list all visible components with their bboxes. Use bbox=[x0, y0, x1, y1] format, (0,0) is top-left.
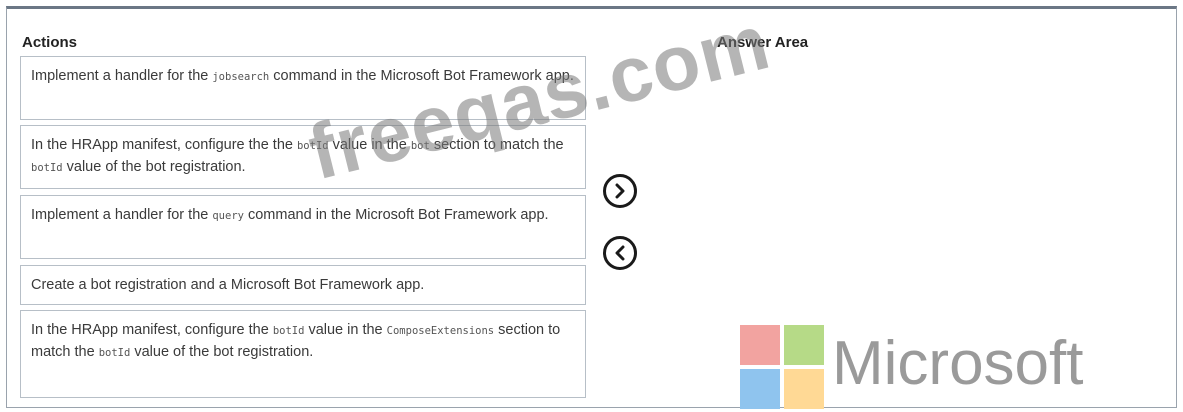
code-term: botId bbox=[296, 140, 329, 152]
action-text: command in the Microsoft Bot Framework a… bbox=[269, 68, 574, 84]
code-term: botId bbox=[31, 162, 63, 174]
chevron-left-icon bbox=[615, 245, 625, 261]
action-text: In the HRApp manifest, configure the the bbox=[31, 137, 297, 153]
actions-heading: Actions bbox=[22, 34, 78, 51]
code-term: botId bbox=[272, 325, 305, 337]
logo-square-yellow bbox=[784, 369, 824, 409]
action-text: value of the bot registration. bbox=[130, 344, 314, 360]
answer-area-heading: Answer Area bbox=[717, 34, 809, 51]
move-left-button[interactable] bbox=[603, 236, 637, 270]
chevron-right-icon bbox=[615, 183, 625, 199]
code-term: query bbox=[212, 210, 244, 222]
action-item-create-bot-registration[interactable]: Create a bot registration and a Microsof… bbox=[20, 265, 586, 305]
action-item-query-handler[interactable]: Implement a handler for the query comman… bbox=[20, 195, 586, 259]
code-term: bot bbox=[410, 140, 430, 152]
logo-square-blue bbox=[740, 369, 780, 409]
action-text: Create a bot registration and a Microsof… bbox=[31, 277, 425, 293]
code-term: botId bbox=[98, 347, 131, 359]
action-item-configure-bot-section[interactable]: In the HRApp manifest, configure the the… bbox=[20, 125, 586, 189]
action-text: Implement a handler for the bbox=[31, 207, 213, 223]
move-right-button[interactable] bbox=[603, 174, 637, 208]
code-term: jobsearch bbox=[212, 71, 270, 83]
action-text: command in the Microsoft Bot Framework a… bbox=[243, 207, 549, 223]
code-term: ComposeExtensions bbox=[386, 325, 495, 337]
action-text: In the HRApp manifest, configure the bbox=[31, 322, 273, 338]
action-text: value in the bbox=[304, 322, 387, 338]
action-text: Implement a handler for the bbox=[31, 68, 213, 84]
microsoft-logo: Microsoft bbox=[740, 325, 1120, 409]
logo-square-green bbox=[784, 325, 824, 365]
logo-square-red bbox=[740, 325, 780, 365]
action-text: section to match the bbox=[429, 137, 564, 153]
microsoft-logo-text: Microsoft bbox=[832, 329, 1084, 398]
action-text: value in the bbox=[328, 137, 411, 153]
action-text: value of the bot registration. bbox=[62, 159, 246, 175]
microsoft-logo-icon bbox=[740, 325, 824, 409]
action-item-jobsearch-handler[interactable]: Implement a handler for the jobsearch co… bbox=[20, 56, 586, 120]
action-item-configure-composeextensions[interactable]: In the HRApp manifest, configure the bot… bbox=[20, 310, 586, 398]
